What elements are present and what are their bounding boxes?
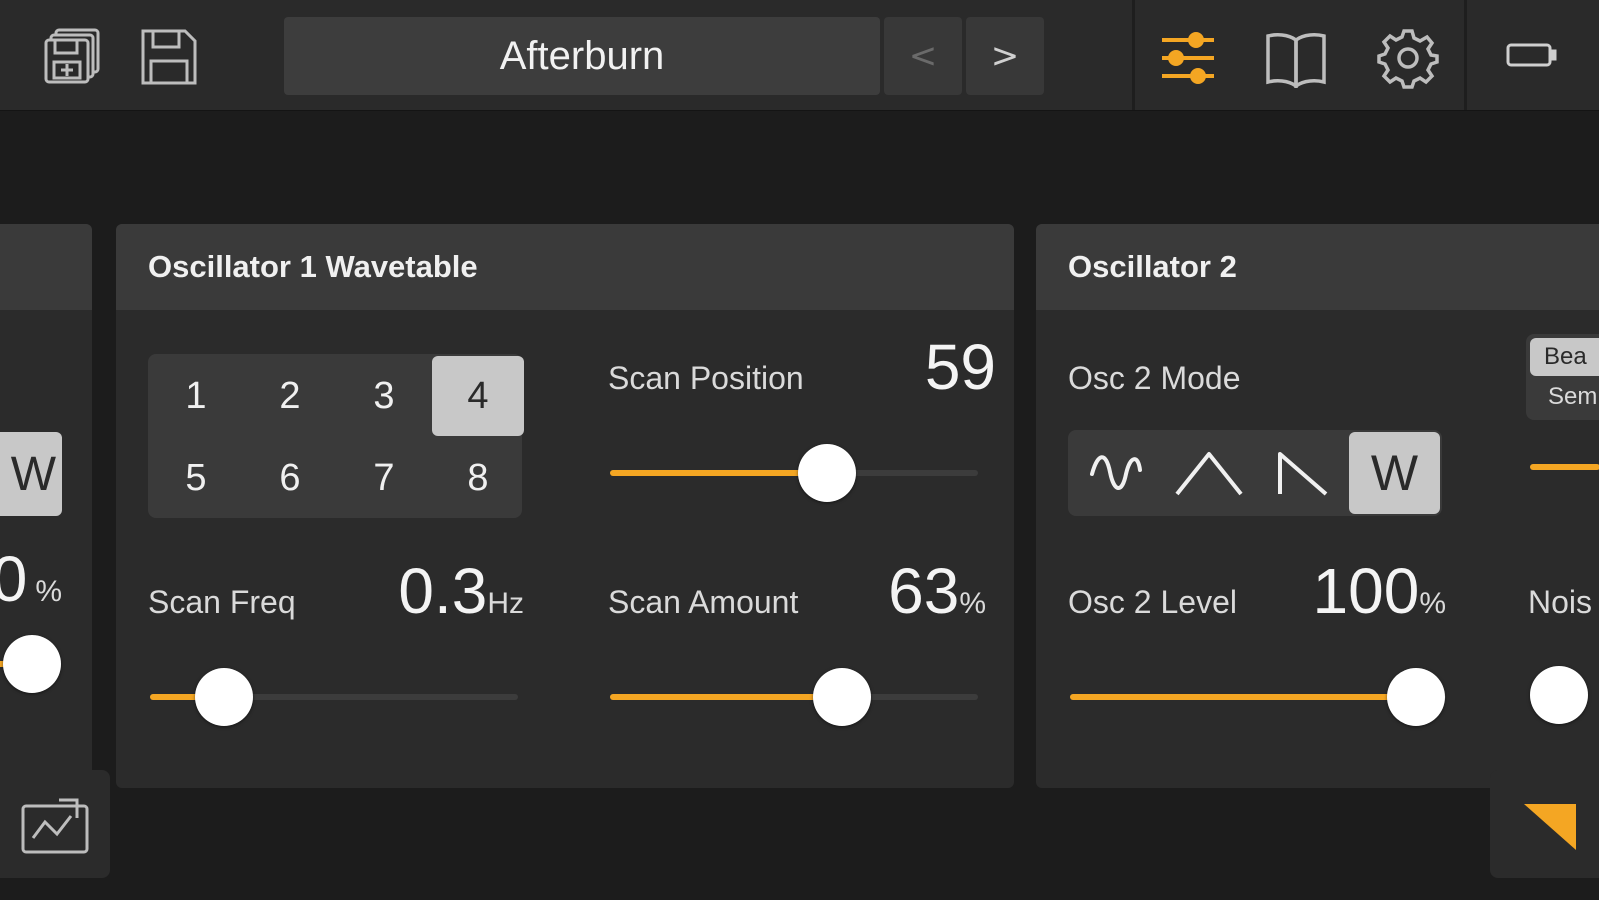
toolbar-divider [1464,0,1467,110]
noise-label: Nois [1528,584,1593,620]
slider-knob[interactable] [812,668,871,726]
save-icon[interactable] [134,22,204,92]
mode-button-label: W [1370,445,1419,501]
slider-fill [610,694,842,700]
scan-amount-value: 63 [888,555,960,627]
previous-preset-label: < [908,36,938,76]
corner-triangle-icon [1524,804,1576,850]
slot-label: 8 [467,456,489,499]
wavetable-slot-2[interactable]: 2 [244,356,336,436]
panel-title-text: Oscillator 2 [1068,249,1237,284]
battery-icon [1500,30,1564,80]
slot-label: 4 [467,374,489,417]
previous-preset-button[interactable]: < [884,17,962,95]
scan-position-slider[interactable] [610,444,978,502]
panel-header [0,224,92,310]
preset-name-display[interactable]: Afterburn [284,17,880,95]
next-preset-label: > [990,36,1020,76]
settings-gear-icon[interactable] [1372,22,1444,94]
osc2-level-value: 100 [1312,555,1420,627]
scan-amount-unit: % [959,587,986,620]
slot-label: 1 [185,374,207,417]
top-toolbar: Afterburn < > [0,0,1599,111]
scan-position-label: Scan Position [608,360,804,396]
scan-position-value: 59 [924,331,996,403]
preset-name: Afterburn [499,33,665,78]
wavetable-slot-grid: 1 2 3 4 5 6 7 8 [148,354,524,518]
toggle-option-beat[interactable]: Bea [1530,338,1599,376]
wavetable-slot-5[interactable]: 5 [150,438,242,518]
noise-slider-knob[interactable] [1530,666,1588,724]
slider-fill [610,470,828,476]
scan-amount-label: Scan Amount [608,584,799,620]
osc2-mode-label: Osc 2 Mode [1068,360,1241,396]
wavetable-slot-1[interactable]: 1 [150,356,242,436]
slot-label: 6 [279,456,301,499]
osc2-level-slider[interactable] [1070,668,1446,726]
mixer-sliders-icon[interactable] [1152,22,1224,94]
previous-oscillator-panel: W 0% [0,224,92,784]
scan-freq-value: 0.3 [398,555,488,627]
wavetable-slot-7[interactable]: 7 [338,438,430,518]
osc2-level-unit: % [1419,587,1446,620]
triangle-wave-icon[interactable] [1163,432,1254,514]
toggle-option-label: Sem [1548,383,1598,410]
panel-title-text: Oscillator 1 Wavetable [148,249,478,284]
slider-knob[interactable] [3,635,61,693]
scan-freq-slider[interactable] [150,668,518,726]
level-slider[interactable] [0,635,61,693]
expand-corner-button[interactable] [1490,770,1599,878]
scan-freq-unit: Hz [487,587,524,620]
slider-knob[interactable] [1387,668,1445,726]
slot-label: 5 [185,456,207,499]
wavetable-slot-3[interactable]: 3 [338,356,430,436]
sine-wave-icon[interactable] [1070,432,1161,514]
toolbar-divider [1132,0,1135,110]
level-value: 0 [0,543,28,615]
osc2-mode-selector: W [1068,430,1442,516]
wavetable-mode-button[interactable]: W [1349,432,1440,514]
scan-freq-label: Scan Freq [148,584,296,620]
slider-knob[interactable] [798,444,857,502]
next-preset-button[interactable]: > [966,17,1044,95]
scan-amount-readout: 63% [816,554,986,628]
wavetable-slot-6[interactable]: 6 [244,438,336,518]
slider-fill [1070,694,1416,700]
wavetable-slot-4[interactable]: 4 [432,356,524,436]
save-as-icon[interactable] [38,22,108,92]
tuning-slider-fill[interactable] [1530,464,1599,470]
slider-knob[interactable] [194,668,253,726]
export-window-icon [21,798,89,854]
slot-label: 3 [373,374,395,417]
level-readout: 0% [0,542,62,616]
mode-button-label: W [10,447,56,501]
slot-label: 7 [373,456,395,499]
export-window-button[interactable] [0,770,110,878]
oscillator-1-wavetable-panel: Oscillator 1 Wavetable 1 2 3 4 5 6 7 8 S… [116,224,1014,788]
oscillator-2-panel: Oscillator 2 Osc 2 Mode W Osc 2 Level 10… [1036,224,1599,788]
osc2-level-readout: 100% [1256,554,1446,628]
scan-amount-slider[interactable] [610,668,978,726]
level-unit: % [35,575,62,608]
wavetable-mode-button[interactable]: W [0,432,62,516]
manual-book-icon[interactable] [1260,22,1332,94]
sawtooth-wave-icon[interactable] [1256,432,1347,514]
scan-freq-readout: 0.3Hz [356,554,524,628]
panel-title: Oscillator 2 [1036,224,1599,310]
slot-label: 2 [279,374,301,417]
toggle-option-semitone[interactable]: Sem [1530,378,1599,416]
toggle-option-label: Bea [1544,343,1587,370]
wavetable-slot-8[interactable]: 8 [432,438,524,518]
beat-semitone-toggle: Bea Sem [1526,334,1599,420]
osc2-level-label: Osc 2 Level [1068,584,1237,620]
panel-title: Oscillator 1 Wavetable [116,224,1014,310]
